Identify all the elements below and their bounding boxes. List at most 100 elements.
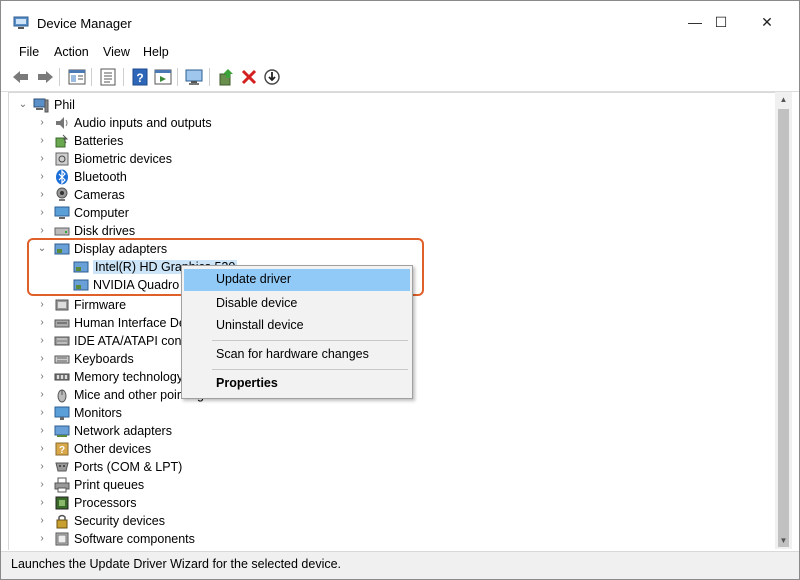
chevron-right-icon[interactable]: › — [37, 135, 47, 147]
toolbar-separator — [123, 68, 124, 86]
tree-item-bluetooth[interactable]: › Bluetooth — [9, 168, 769, 186]
firmware-icon — [55, 299, 69, 311]
tree-root[interactable]: ⌄ Phil — [9, 96, 769, 114]
context-menu-properties[interactable]: Properties — [184, 373, 410, 395]
menu-help[interactable]: Help — [143, 45, 169, 59]
context-menu-scan-hardware[interactable]: Scan for hardware changes — [184, 344, 410, 366]
status-text: Launches the Update Driver Wizard for th… — [11, 557, 342, 571]
context-menu-disable-device[interactable]: Disable device — [184, 293, 410, 315]
context-menu-item-label: Uninstall device — [216, 318, 304, 332]
chevron-right-icon[interactable]: › — [37, 189, 47, 201]
tree-item-batteries[interactable]: › Batteries — [9, 132, 769, 150]
tree-item-label: Bluetooth — [74, 170, 127, 184]
chevron-right-icon[interactable]: › — [37, 207, 47, 219]
close-button[interactable]: ✕ — [745, 7, 789, 37]
back-icon[interactable] — [11, 68, 31, 86]
memory-icon — [54, 373, 70, 381]
tree-item-label: Cameras — [74, 188, 125, 202]
update-driver-icon[interactable] — [216, 68, 236, 86]
enable-device-icon[interactable] — [262, 68, 282, 86]
context-menu-update-driver[interactable]: Update driver — [184, 269, 410, 291]
printer-icon — [54, 477, 70, 493]
scroll-down-arrow-icon[interactable]: ▼ — [775, 533, 792, 549]
disk-drive-icon — [54, 227, 70, 236]
chevron-right-icon[interactable]: › — [37, 153, 47, 165]
chevron-right-icon[interactable]: › — [37, 533, 47, 545]
chevron-right-icon[interactable]: › — [37, 371, 47, 383]
bluetooth-icon — [56, 169, 68, 185]
ide-controller-icon — [54, 336, 70, 346]
scrollbar-thumb[interactable] — [778, 109, 789, 547]
chevron-right-icon[interactable]: › — [37, 335, 47, 347]
device-manager-window: Device Manager — ☐ ✕ File Action View He… — [0, 0, 800, 580]
chevron-right-icon[interactable]: › — [37, 225, 47, 237]
tree-item-print-queues[interactable]: › Print queues — [9, 476, 769, 494]
toolbar-separator — [209, 68, 210, 86]
chevron-right-icon[interactable]: › — [37, 497, 47, 509]
tree-item-ports[interactable]: › Ports (COM & LPT) — [9, 458, 769, 476]
tree-item-label: Print queues — [74, 478, 145, 492]
uninstall-icon[interactable] — [239, 68, 259, 86]
tree-item-label: Biometric devices — [74, 152, 172, 166]
tree-item-monitors[interactable]: › Monitors — [9, 404, 769, 422]
run-icon[interactable] — [153, 68, 173, 86]
tree-item-label: Software components — [74, 532, 195, 546]
tree-item-computer[interactable]: › Computer — [9, 204, 769, 222]
tree-item-audio[interactable]: › Audio inputs and outputs — [9, 114, 769, 132]
chevron-right-icon[interactable]: › — [37, 425, 47, 437]
maximize-button[interactable]: ☐ — [699, 7, 743, 37]
menu-action[interactable]: Action — [54, 45, 89, 59]
status-bar: Launches the Update Driver Wizard for th… — [1, 551, 799, 579]
chevron-down-icon[interactable]: ⌄ — [18, 99, 28, 111]
scroll-up-arrow-icon[interactable]: ▲ — [775, 92, 792, 108]
menu-view[interactable]: View — [103, 45, 130, 59]
vertical-scrollbar[interactable]: ▲ ▼ — [775, 92, 792, 549]
chevron-right-icon[interactable]: › — [37, 353, 47, 365]
chevron-right-icon[interactable]: › — [37, 407, 47, 419]
chevron-right-icon[interactable]: › — [37, 515, 47, 527]
tree-item-other-devices[interactable]: › ? Other devices — [9, 440, 769, 458]
context-menu-item-label: Disable device — [216, 296, 298, 310]
tree-item-software-components[interactable]: › Software components — [9, 530, 769, 548]
tree-item-label: Ports (COM & LPT) — [74, 460, 183, 474]
chevron-right-icon[interactable]: › — [37, 171, 47, 183]
chevron-right-icon[interactable]: › — [37, 461, 47, 473]
tree-item-biometric[interactable]: › Biometric devices — [9, 150, 769, 168]
tree-item-label: Other devices — [74, 442, 152, 456]
tree-item-label: Monitors — [74, 406, 122, 420]
tree-item-label: Network adapters — [74, 424, 172, 438]
chevron-right-icon[interactable]: › — [37, 479, 47, 491]
chevron-right-icon[interactable]: › — [37, 117, 47, 129]
forward-icon[interactable] — [35, 68, 55, 86]
scan-hardware-icon[interactable] — [184, 68, 204, 86]
chevron-right-icon[interactable]: › — [37, 443, 47, 455]
software-component-icon — [55, 532, 69, 546]
biometric-icon — [55, 152, 69, 166]
tree-item-processors[interactable]: › Processors — [9, 494, 769, 512]
tree-item-cameras[interactable]: › Cameras — [9, 186, 769, 204]
tree-item-security[interactable]: › Security devices — [9, 512, 769, 530]
context-menu: Update driver Disable device Uninstall d… — [181, 265, 413, 399]
properties-icon[interactable] — [98, 68, 118, 86]
tree-item-label: Keyboards — [74, 352, 134, 366]
help-icon[interactable]: ? — [130, 68, 150, 86]
close-icon: ✕ — [761, 13, 773, 30]
show-hide-console-tree-icon[interactable] — [67, 68, 87, 86]
ports-icon — [55, 462, 69, 472]
context-menu-uninstall-device[interactable]: Uninstall device — [184, 315, 410, 337]
tree-item-network-adapters[interactable]: › Network adapters — [9, 422, 769, 440]
window-title: Device Manager — [37, 16, 132, 31]
network-adapter-icon — [54, 425, 70, 437]
menu-file[interactable]: File — [19, 45, 39, 59]
context-menu-item-label: Scan for hardware changes — [216, 347, 369, 361]
chevron-right-icon[interactable]: › — [37, 317, 47, 329]
other-devices-icon: ? — [55, 442, 69, 456]
chevron-right-icon[interactable]: › — [37, 389, 47, 401]
keyboard-icon — [54, 355, 70, 364]
chevron-right-icon[interactable]: › — [37, 299, 47, 311]
speaker-icon — [56, 117, 68, 129]
tree-root-label: Phil — [54, 98, 75, 112]
computer-icon — [33, 98, 49, 113]
title-bar: Device Manager — ☐ ✕ — [1, 1, 799, 41]
svg-text:?: ? — [136, 71, 143, 85]
